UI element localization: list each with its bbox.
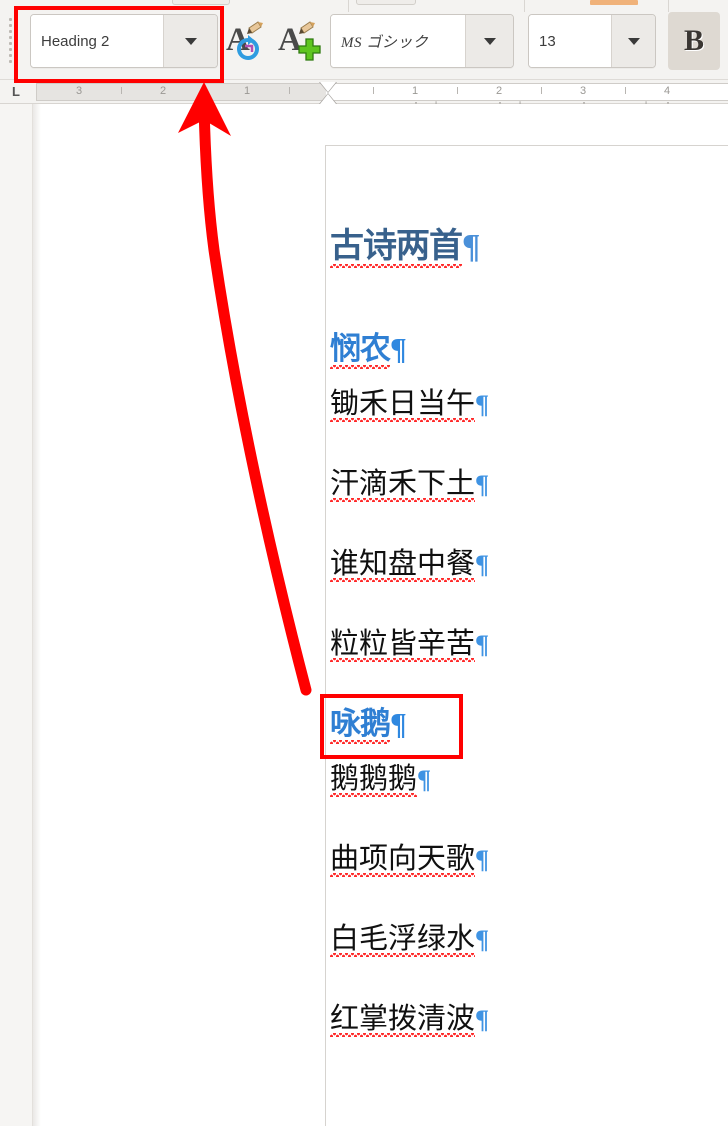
editor-workspace: 古诗两首 ¶ 悯农 ¶ 锄禾日当午 ¶ 汗滴禾下土 ¶ 谁知盘中餐 ¶ 粒粒皆辛… bbox=[0, 104, 728, 1126]
indent-marker[interactable] bbox=[319, 82, 337, 104]
ruler-tick bbox=[625, 87, 626, 94]
body-line[interactable]: 红掌拨清波 ¶ bbox=[326, 1001, 489, 1037]
body-line[interactable]: 鹅鹅鹅 ¶ bbox=[326, 761, 431, 797]
ruler-tick bbox=[289, 87, 290, 94]
toolbar-separator bbox=[668, 0, 669, 12]
body-line-text: 锄禾日当午 bbox=[330, 386, 476, 420]
document-editor-window: Heading 2 A A MS ゴシック 13 B L 3 2 1 1 2 3… bbox=[0, 0, 728, 1126]
body-line[interactable]: 谁知盘中餐 ¶ bbox=[326, 546, 489, 582]
pilcrow-mark: ¶ bbox=[475, 550, 490, 579]
chevron-down-icon[interactable] bbox=[163, 15, 217, 67]
body-line[interactable]: 粒粒皆辛苦 ¶ bbox=[326, 626, 489, 662]
ruler-number: 2 bbox=[159, 85, 167, 97]
body-line-text: 粒粒皆辛苦 bbox=[330, 626, 476, 660]
pilcrow-mark: ¶ bbox=[475, 1005, 490, 1034]
rail-shadow bbox=[33, 104, 41, 1126]
heading-yong-e[interactable]: 咏鹅 ¶ bbox=[326, 706, 407, 744]
ruler-tick bbox=[121, 87, 122, 94]
heading-text: 悯农 bbox=[330, 331, 391, 367]
body-line-text: 谁知盘中餐 bbox=[330, 546, 476, 580]
document-title-text: 古诗两首 bbox=[330, 226, 463, 266]
ruler-tick bbox=[457, 87, 458, 94]
body-line[interactable]: 锄禾日当午 ¶ bbox=[326, 386, 489, 422]
toolbar-drag-handle[interactable] bbox=[9, 18, 14, 64]
ruler-number: 3 bbox=[579, 85, 587, 97]
pilcrow-mark: ¶ bbox=[475, 630, 490, 659]
ruler-number: 2 bbox=[495, 85, 503, 97]
new-style-button[interactable]: A bbox=[274, 14, 324, 68]
document-page[interactable]: 古诗两首 ¶ 悯农 ¶ 锄禾日当午 ¶ 汗滴禾下土 ¶ 谁知盘中餐 ¶ 粒粒皆辛… bbox=[325, 145, 728, 1126]
ruler-number: 1 bbox=[243, 85, 251, 97]
ruler-track[interactable]: 3 2 1 1 2 3 4 ⊥ ⊥ ⊥ bbox=[36, 82, 728, 112]
heading-text: 咏鹅 bbox=[330, 706, 391, 742]
formatting-toolbar: Heading 2 A A MS ゴシック 13 B bbox=[0, 0, 728, 80]
font-name-value[interactable]: MS ゴシック bbox=[331, 15, 465, 67]
bold-button[interactable]: B bbox=[668, 12, 720, 70]
pilcrow-mark: ¶ bbox=[475, 470, 490, 499]
body-line[interactable]: 曲项向天歌 ¶ bbox=[326, 841, 489, 877]
font-size-combo[interactable]: 13 bbox=[528, 14, 656, 68]
document-title[interactable]: 古诗两首 ¶ bbox=[326, 226, 480, 268]
paragraph-style-combo[interactable]: Heading 2 bbox=[30, 14, 218, 68]
heading-min-nong[interactable]: 悯农 ¶ bbox=[326, 331, 407, 369]
tab-left-icon[interactable]: L bbox=[12, 84, 20, 100]
ruler-tick bbox=[373, 87, 374, 94]
pilcrow-mark: ¶ bbox=[390, 706, 407, 741]
pilcrow-mark: ¶ bbox=[475, 845, 490, 874]
toolbar-separator bbox=[348, 0, 349, 12]
paragraph-style-value[interactable]: Heading 2 bbox=[31, 15, 163, 67]
body-line-text: 汗滴禾下土 bbox=[330, 466, 476, 500]
toolbar-overflow-button[interactable] bbox=[172, 0, 230, 5]
chevron-down-icon[interactable] bbox=[611, 15, 655, 67]
update-style-button[interactable]: A bbox=[222, 14, 272, 68]
highlight-color-swatch[interactable] bbox=[590, 0, 638, 5]
pilcrow-mark: ¶ bbox=[475, 390, 490, 419]
chevron-down-icon[interactable] bbox=[465, 15, 513, 67]
body-line[interactable]: 白毛浮绿水 ¶ bbox=[326, 921, 489, 957]
new-style-A-plus-icon: A bbox=[278, 21, 321, 61]
pilcrow-mark: ¶ bbox=[417, 765, 432, 794]
sidebar-rail[interactable] bbox=[0, 104, 33, 1126]
font-name-combo[interactable]: MS ゴシック bbox=[330, 14, 514, 68]
ruler-number: 1 bbox=[411, 85, 419, 97]
pilcrow-mark: ¶ bbox=[390, 331, 407, 366]
body-line-text: 曲项向天歌 bbox=[330, 841, 476, 875]
ruler-tick bbox=[205, 87, 206, 94]
toolbar-separator bbox=[524, 0, 525, 12]
toolbar-overflow-button[interactable] bbox=[356, 0, 416, 5]
ruler-tick bbox=[541, 87, 542, 94]
body-line-text: 鹅鹅鹅 bbox=[330, 761, 418, 795]
pilcrow-mark: ¶ bbox=[462, 228, 480, 265]
bold-label: B bbox=[683, 24, 704, 57]
pilcrow-mark: ¶ bbox=[475, 925, 490, 954]
font-size-value[interactable]: 13 bbox=[529, 15, 611, 67]
body-line-text: 白毛浮绿水 bbox=[330, 921, 476, 955]
update-style-A-icon: A bbox=[226, 21, 263, 60]
horizontal-ruler[interactable]: L 3 2 1 1 2 3 4 ⊥ ⊥ ⊥ bbox=[0, 80, 728, 112]
body-line-text: 红掌拨清波 bbox=[330, 1001, 476, 1035]
ruler-number: 3 bbox=[75, 85, 83, 97]
ruler-number: 4 bbox=[663, 85, 671, 97]
body-line[interactable]: 汗滴禾下土 ¶ bbox=[326, 466, 489, 502]
